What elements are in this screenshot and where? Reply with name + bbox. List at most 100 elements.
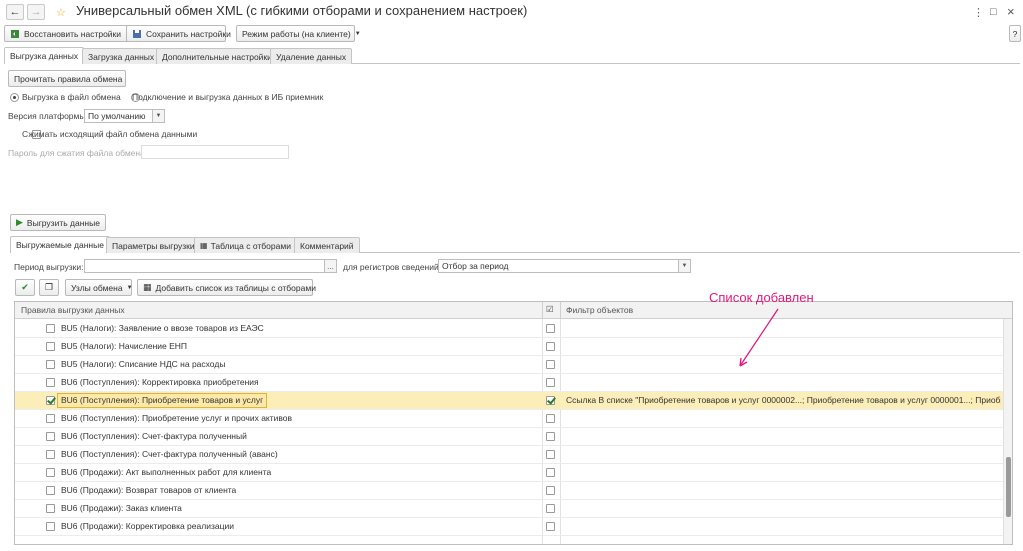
row-filter-text: Ссылка В списке "Приобретение товаров и … — [566, 395, 1001, 405]
mode-dropdown[interactable]: Режим работы (на клиенте) ▼ — [236, 25, 361, 42]
row-export-checkbox[interactable] — [46, 450, 55, 459]
row-filter-checkbox[interactable] — [546, 342, 555, 351]
chevron-down-icon: ▼ — [155, 113, 162, 119]
table-row[interactable]: BU5 (Налоги): Списание НДС на расходы — [15, 356, 1005, 374]
row-rule-name: BU5 (Налоги): Заявление о ввозе товаров … — [61, 323, 264, 333]
period-field[interactable] — [84, 259, 325, 273]
period-label: Период выгрузки: — [14, 262, 84, 272]
row-export-checkbox[interactable] — [46, 360, 55, 369]
table-row[interactable]: BU5 (Налоги): Начисление ЕНП — [15, 338, 1005, 356]
row-export-checkbox[interactable] — [46, 468, 55, 477]
radio-export-file[interactable] — [10, 93, 19, 102]
row-export-checkbox[interactable] — [46, 342, 55, 351]
row-export-checkbox[interactable] — [46, 324, 55, 333]
restore-icon — [10, 29, 20, 39]
row-rule-name: BU6 (Продажи): Акт выполненных работ для… — [61, 467, 272, 477]
check-all-button[interactable]: ✔ — [15, 279, 35, 296]
vertical-scrollbar[interactable] — [1003, 319, 1012, 544]
tab-export-params[interactable]: Параметры выгрузки — [106, 237, 201, 253]
table-row[interactable]: BU6 (Продажи): Возврат товаров от клиент… — [15, 482, 1005, 500]
chevron-down-icon: ▼ — [681, 263, 688, 269]
row-filter-checkbox[interactable] — [546, 396, 555, 405]
back-button[interactable]: ← — [6, 4, 24, 20]
table-row[interactable]: BU5 (Налоги): Заявление о ввозе товаров … — [15, 320, 1005, 338]
registers-label: для регистров сведений: — [343, 262, 442, 272]
row-rule-name: BU6 (Поступления): Приобретение товаров … — [57, 393, 268, 408]
restore-settings-button[interactable]: Восстановить настройки — [4, 25, 138, 42]
row-rule-name: BU6 (Поступления): Счет-фактура полученн… — [61, 431, 247, 441]
read-rules-button[interactable]: Прочитать правила обмена — [8, 70, 126, 87]
row-filter-checkbox[interactable] — [546, 360, 555, 369]
row-export-checkbox[interactable] — [46, 522, 55, 531]
table-row[interactable]: BU6 (Продажи): Корректировка реализации — [15, 518, 1005, 536]
row-rule-name: BU6 (Продажи): Заказ клиента — [61, 503, 182, 513]
save-icon — [132, 29, 142, 39]
table-row[interactable]: BU6 (Поступления): Приобретение услуг и … — [15, 410, 1005, 428]
close-icon[interactable]: × — [1007, 4, 1015, 19]
tab-filter-table[interactable]: ▦ Таблица с отборами — [194, 237, 297, 253]
help-button[interactable]: ? — [1009, 25, 1021, 42]
tab-additional-settings[interactable]: Дополнительные настройки — [156, 48, 278, 64]
table-row[interactable]: BU6 (Поступления): Счет-фактура полученн… — [15, 446, 1005, 464]
registers-field[interactable]: Отбор за период — [438, 259, 679, 273]
add-list-button[interactable]: ▦ Добавить список из таблицы с отборами — [137, 279, 316, 296]
table-header: Правила выгрузки данных ☑ Фильтр объекто… — [15, 302, 1012, 319]
platform-label: Версия платформы: — [8, 111, 88, 121]
tab-exported-data[interactable]: Выгружаемые данные — [10, 236, 110, 253]
table-row[interactable]: BU6 (Продажи): Заказ клиента — [15, 500, 1005, 518]
row-export-checkbox[interactable] — [46, 504, 55, 513]
row-filter-checkbox[interactable] — [546, 378, 555, 387]
row-filter-checkbox[interactable] — [546, 522, 555, 531]
platform-dropdown-button[interactable]: ▼ — [153, 109, 165, 123]
table-row[interactable]: BU6 (Поступления): Счет-фактура полученн… — [15, 428, 1005, 446]
tab-comment[interactable]: Комментарий — [294, 237, 360, 253]
check-all-icon: ✔ — [21, 282, 29, 292]
col-rules-header[interactable]: Правила выгрузки данных — [21, 305, 125, 315]
scrollbar-thumb[interactable] — [1006, 457, 1011, 517]
chevron-down-icon: ▼ — [126, 284, 133, 291]
table-row[interactable]: BU6 (Продажи): Акт выполненных работ для… — [15, 464, 1005, 482]
row-rule-name: BU6 (Поступления): Счет-фактура полученн… — [61, 449, 278, 459]
row-filter-checkbox[interactable] — [546, 324, 555, 333]
row-export-checkbox[interactable] — [46, 414, 55, 423]
tab-export[interactable]: Выгрузка данных — [4, 47, 85, 64]
restore-settings-label: Восстановить настройки — [24, 28, 122, 39]
maximize-icon[interactable]: □ — [990, 6, 997, 18]
row-filter-checkbox[interactable] — [546, 414, 555, 423]
save-settings-label: Сохранить настройки — [146, 28, 231, 39]
export-rules-table[interactable]: Правила выгрузки данных ☑ Фильтр объекто… — [14, 301, 1013, 545]
row-filter-checkbox[interactable] — [546, 432, 555, 441]
back-icon: ← — [9, 6, 21, 18]
password-field[interactable] — [141, 145, 289, 159]
period-picker-button[interactable]: ... — [325, 259, 337, 273]
exchange-nodes-dropdown[interactable]: Узлы обмена ▼ — [65, 279, 133, 296]
row-rule-name: BU5 (Налоги): Списание НДС на расходы — [61, 359, 226, 369]
row-filter-checkbox[interactable] — [546, 486, 555, 495]
col-filter-header[interactable]: Фильтр объектов — [566, 305, 633, 315]
row-export-checkbox[interactable] — [46, 432, 55, 441]
row-export-checkbox[interactable] — [46, 486, 55, 495]
radio-connect-ib-label: Подключение и выгрузка данных в ИБ прием… — [132, 92, 324, 102]
export-data-button[interactable]: ▶ Выгрузить данные — [10, 214, 106, 231]
copy-button[interactable]: ❐ — [39, 279, 59, 296]
forward-button[interactable]: → — [27, 4, 45, 20]
row-filter-checkbox[interactable] — [546, 450, 555, 459]
row-export-checkbox[interactable] — [46, 396, 55, 405]
table-row[interactable]: BU6 (Поступления): Корректировка приобре… — [15, 374, 1005, 392]
radio-export-file-label: Выгрузка в файл обмена — [22, 92, 121, 102]
more-icon[interactable]: ⋮ — [973, 6, 984, 19]
tab-delete-data[interactable]: Удаление данных — [270, 48, 353, 64]
tab-import[interactable]: Загрузка данных — [82, 48, 161, 64]
row-export-checkbox[interactable] — [46, 378, 55, 387]
registers-dropdown-button[interactable]: ▼ — [679, 259, 691, 273]
row-rule-name: BU6 (Поступления): Приобретение услуг и … — [61, 413, 293, 423]
platform-field[interactable]: По умолчанию — [84, 109, 153, 123]
filter-column-icon: ☑ — [546, 304, 554, 314]
save-settings-button[interactable]: Сохранить настройки — [126, 25, 231, 42]
table-icon: ▦ — [143, 282, 152, 292]
row-filter-checkbox[interactable] — [546, 504, 555, 513]
row-filter-checkbox[interactable] — [546, 468, 555, 477]
table-row[interactable]: BU6 (Поступления): Приобретение товаров … — [15, 392, 1005, 410]
forward-icon: → — [30, 6, 42, 18]
star-icon[interactable]: ☆ — [56, 6, 66, 19]
